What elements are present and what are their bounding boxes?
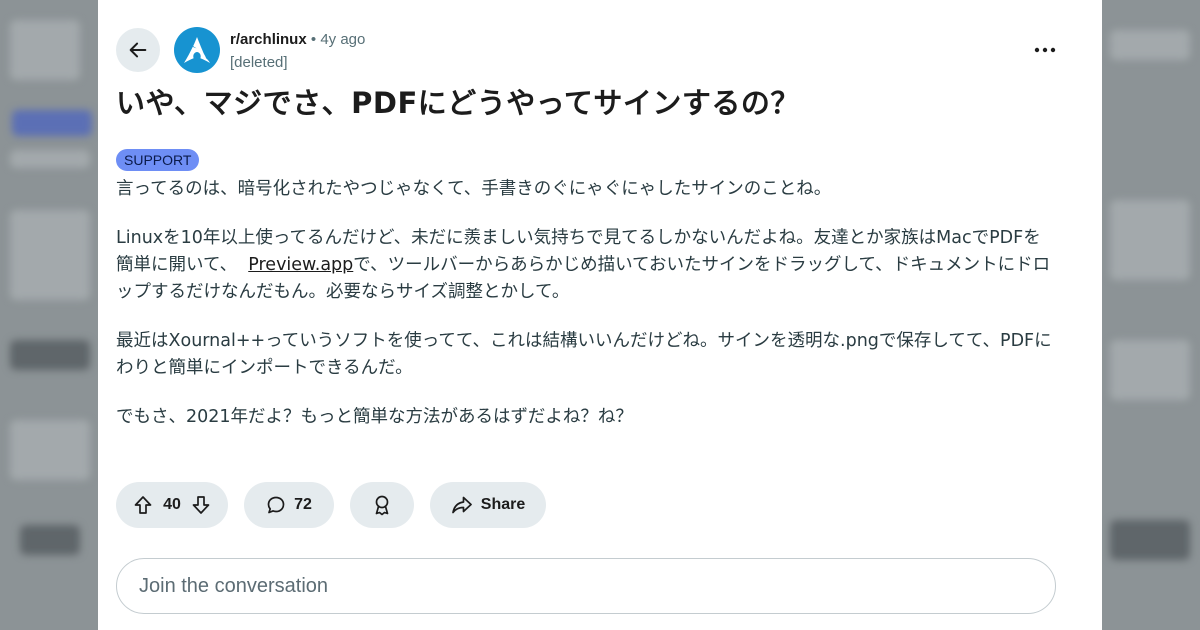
- comments-button[interactable]: 72: [244, 482, 334, 528]
- arch-linux-logo-icon: [184, 37, 210, 63]
- meta-separator: •: [310, 31, 317, 48]
- body-paragraph: 最近はXournal++っていうソフトを使ってて、これは結構いいんだけどね。サイ…: [116, 331, 1052, 378]
- post-card: r/archlinux • 4y ago [deleted] いや、マジでさ、P…: [98, 0, 1102, 630]
- share-arrow-icon: [451, 496, 472, 514]
- bg-shape: [10, 210, 90, 300]
- bg-shape: [12, 110, 92, 136]
- downvote-button[interactable]: [191, 495, 211, 515]
- award-icon: [375, 495, 389, 516]
- comment-input-placeholder: Join the conversation: [139, 574, 329, 597]
- post-title: いや、マジでさ、PDFにどうやってサインするの？: [116, 86, 800, 120]
- post-age: 4y ago: [320, 31, 366, 48]
- join-conversation-input[interactable]: Join the conversation: [116, 558, 1056, 614]
- post-actions: 40 72 Share: [116, 482, 546, 528]
- vote-control: 40: [116, 482, 228, 528]
- bg-shape: [10, 20, 80, 80]
- back-button[interactable]: [116, 28, 160, 72]
- body-paragraph: でもさ、2021年だよ？もっと簡単な方法があるはずだよね？ね？: [116, 407, 633, 427]
- post-meta: r/archlinux • 4y ago: [230, 31, 365, 48]
- downvote-arrow-icon: [192, 496, 210, 514]
- bg-shape: [20, 525, 80, 555]
- bg-shape: [1110, 30, 1190, 60]
- bg-shape: [10, 340, 90, 370]
- arrow-left-icon: [129, 42, 147, 58]
- vote-count: 40: [163, 496, 181, 513]
- share-label: Share: [480, 496, 526, 513]
- more-options-button[interactable]: [1028, 36, 1062, 64]
- bg-shape: [1110, 340, 1190, 400]
- body-paragraph: Linuxを10年以上使ってるんだけど、未だに羨ましい気持ちで見てるしかないんだ…: [116, 225, 1056, 306]
- subreddit-name[interactable]: r/archlinux: [230, 31, 307, 48]
- body-paragraph: 言ってるのは、暗号化されたやつじゃなくて、手書きのぐにゃぐにゃしたサインのことね…: [116, 179, 832, 199]
- comment-count: 72: [294, 496, 312, 513]
- bg-shape: [1110, 520, 1190, 560]
- bg-shape: [10, 420, 90, 480]
- subreddit-avatar[interactable]: [174, 27, 220, 73]
- upvote-button[interactable]: [133, 495, 153, 515]
- share-button[interactable]: Share: [430, 482, 546, 528]
- preview-app-link[interactable]: Preview.app: [248, 255, 353, 275]
- upvote-arrow-icon: [134, 496, 152, 514]
- award-button[interactable]: [350, 482, 414, 528]
- post-author: [deleted]: [230, 54, 288, 71]
- more-horizontal-icon: [1034, 47, 1056, 53]
- bg-shape: [1110, 200, 1190, 280]
- post-body: 言ってるのは、暗号化されたやつじゃなくて、手書きのぐにゃぐにゃしたサインのことね…: [116, 176, 1056, 453]
- bg-shape: [10, 150, 90, 168]
- post-flair[interactable]: SUPPORT: [116, 149, 200, 171]
- comment-bubble-icon: [267, 496, 285, 514]
